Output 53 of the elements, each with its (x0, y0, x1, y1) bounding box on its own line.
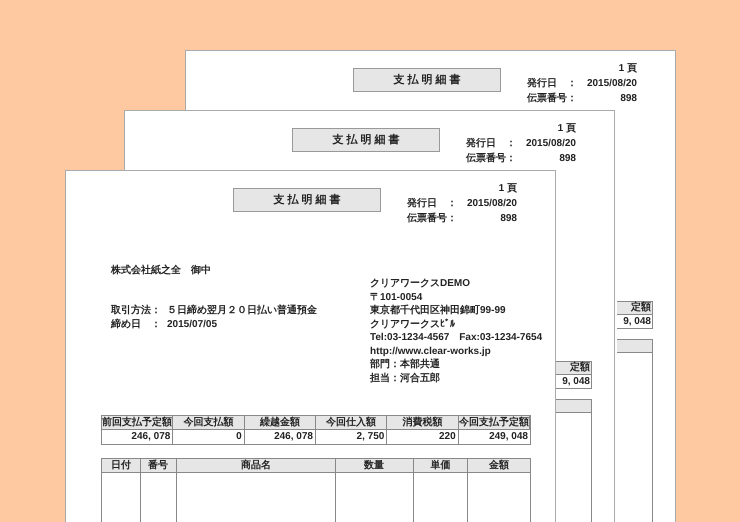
table-header-cell: 日付 (102, 459, 140, 473)
table-cell: 246, 078 (244, 430, 316, 444)
table-header-cell: 数量 (336, 459, 413, 473)
payment-terms: ５日締め翌月２０日払い普通預金 (167, 304, 317, 318)
issue-date-label: 発行日 ： (527, 76, 577, 91)
table-header-cell: 繰越金額 (244, 416, 316, 430)
document-title: 支 払 明 細 書 (292, 128, 440, 152)
table-header-cell: 消費税額 (387, 416, 459, 430)
sender-address-line: 部門：本部共通 (370, 358, 441, 372)
payment-terms-label: 取引方法： (111, 304, 161, 318)
sender-address-line: 〒101-0054 (370, 290, 424, 304)
sender-address-line: クリアワークスﾋﾞﾙ (370, 318, 456, 331)
slip-number-label: 伝票番号： (407, 212, 457, 226)
sender-address-line: http://www.clear-works.jp (370, 344, 492, 358)
issue-date: 2015/08/20 (466, 197, 517, 211)
sender-address-line: Tel:03-1234-4567 Fax:03-1234-7654 (370, 331, 542, 344)
table-header-cell: 定額 (617, 301, 653, 315)
issue-date-label: 発行日 ： (466, 136, 516, 151)
table-cell: 2, 750 (316, 430, 388, 444)
table-header-cell: 単価 (414, 459, 468, 473)
sender-address-line: 担当：河合五郎 (370, 372, 441, 385)
table-cell: 9, 048 (617, 315, 653, 329)
recipient-name: 株式会社紙之全 御中 (111, 264, 212, 277)
slip-number-label: 伝票番号： (466, 152, 516, 166)
issue-date-label: 発行日 ： (407, 196, 457, 211)
table-cell: 0 (173, 430, 245, 444)
table-header-cell: 今回仕入額 (316, 416, 388, 430)
page-number: 1 頁 (558, 122, 576, 136)
page-number: 1 頁 (618, 62, 637, 76)
sender-address-line: 東京都千代田区神田錦町99-99 (370, 304, 507, 318)
slip-number-label: 伝票番号： (527, 92, 577, 106)
table-header-cell: 定額 (556, 361, 592, 375)
document-title: 支 払 明 細 書 (233, 188, 381, 212)
issue-date: 2015/08/20 (586, 77, 637, 91)
document-title: 支 払 明 細 書 (353, 68, 501, 92)
page-number: 1 頁 (498, 182, 517, 196)
table-cell: 246, 078 (102, 430, 174, 444)
table-header-cell: 今回支払予定額 (458, 416, 530, 430)
closing-date-label: 締め日 ： (111, 318, 161, 331)
slip-number: 898 (559, 152, 576, 166)
slip-number: 898 (620, 92, 637, 106)
table-header-cell: 商品名 (176, 459, 335, 473)
table-cell: 9, 048 (556, 375, 592, 389)
slip-number: 898 (500, 212, 517, 226)
table-header-cell: 今回支払額 (173, 416, 245, 430)
table-cell: 220 (387, 430, 459, 444)
table-header-cell: 番号 (140, 459, 176, 473)
table-header-cell: 金額 (468, 459, 530, 473)
table-header-cell: 前回支払予定額 (102, 416, 174, 430)
closing-date: 2015/07/05 (167, 318, 218, 331)
sender-address-line: クリアワークスDEMO (370, 277, 471, 290)
issue-date: 2015/08/20 (526, 137, 576, 151)
table-cell-text: 249, 048 (488, 430, 529, 444)
